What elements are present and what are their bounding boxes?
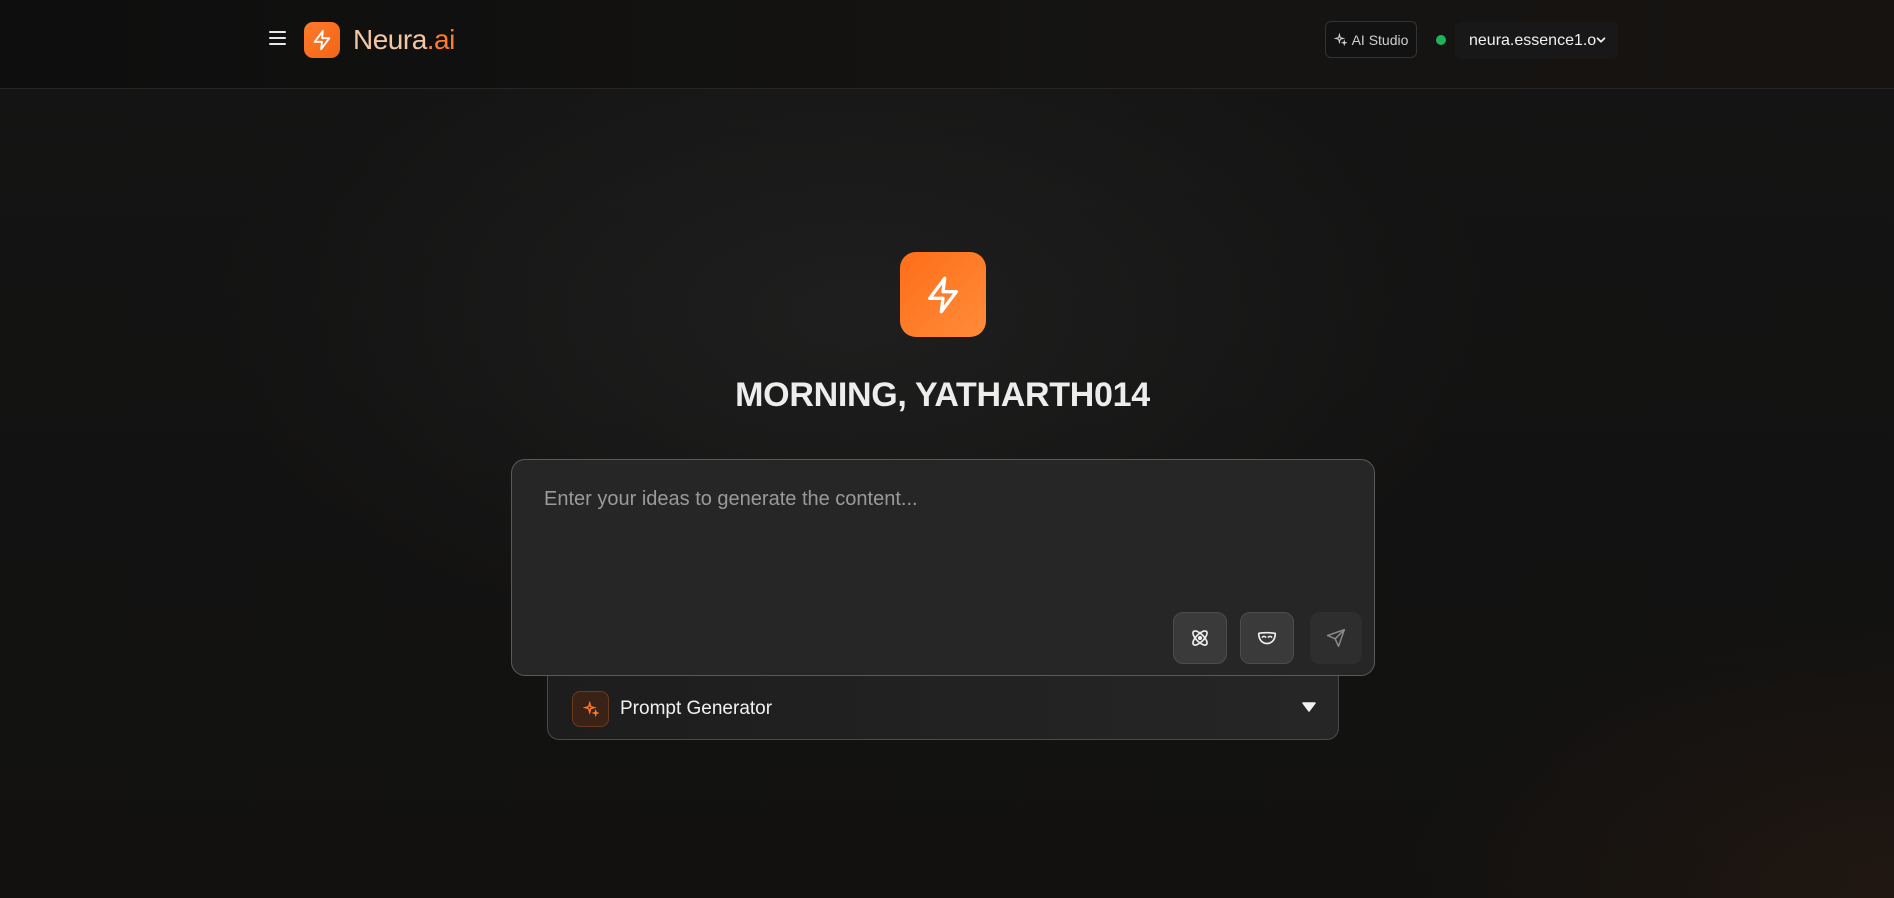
atom-icon	[1192, 630, 1208, 646]
model-select-value: neura.essence1.o	[1469, 31, 1597, 49]
sparkles-icon	[1333, 33, 1347, 46]
send-icon	[1326, 628, 1346, 648]
brand-name[interactable]: Neura .ai	[353, 22, 455, 58]
prompt-generator-label: Prompt Generator	[620, 698, 773, 719]
chevron-down-icon	[1596, 37, 1606, 43]
brand-name-part1: Neura	[353, 24, 427, 55]
top-header: Neura .ai AI Studio neura.essence1.o	[0, 0, 1894, 89]
prompt-generator-dropdown[interactable]: Prompt Generator	[547, 676, 1339, 740]
model-select[interactable]: neura.essence1.o	[1455, 22, 1618, 59]
sparkles-icon	[572, 691, 609, 727]
ai-studio-label: AI Studio	[1351, 31, 1409, 48]
atom-button[interactable]	[1173, 612, 1227, 664]
brand-name-part2: .ai	[426, 24, 456, 55]
status-dot	[1436, 35, 1446, 45]
lightning-bolt-icon	[900, 252, 986, 337]
send-button[interactable]	[1310, 612, 1362, 664]
app-page: Neura .ai AI Studio neura.essence1.o MORN…	[0, 0, 1894, 898]
hamburger-menu-icon[interactable]	[266, 26, 290, 50]
logo-lightning-icon[interactable]	[304, 22, 340, 58]
mask-icon	[1257, 631, 1277, 645]
greeting-heading: MORNING, YATHARTH014	[735, 376, 1150, 414]
caret-down-icon	[1302, 702, 1316, 712]
ai-studio-button[interactable]: AI Studio	[1325, 21, 1417, 58]
prompt-input[interactable]	[544, 488, 1324, 608]
mask-button[interactable]	[1240, 612, 1294, 664]
prompt-box	[511, 459, 1375, 676]
